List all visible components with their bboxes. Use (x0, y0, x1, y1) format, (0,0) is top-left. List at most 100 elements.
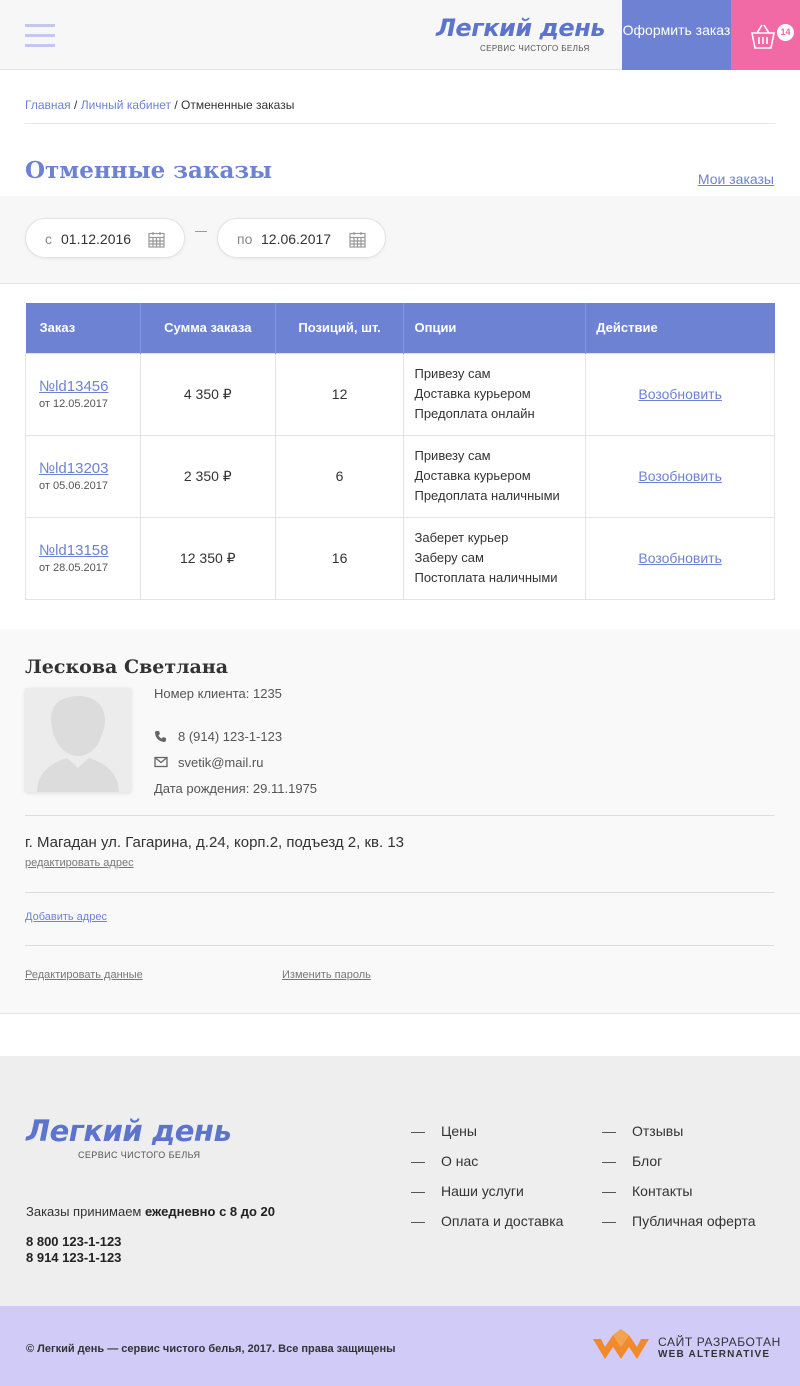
footer-link-label: О нас (441, 1153, 479, 1169)
footer-logo[interactable]: Легкий день сервис чистого белья (26, 1114, 232, 1162)
order-sum: 4 350 ₽ (139, 352, 276, 436)
user-placeholder-icon (25, 688, 131, 792)
place-order-button[interactable]: Оформить заказ (622, 0, 731, 70)
site-footer: Легкий день сервис чистого белья Заказы … (0, 1056, 800, 1306)
option-line: Привезу сам (414, 366, 491, 381)
footer-link-label: Отзывы (632, 1123, 684, 1139)
order-hours-time: ежедневно с 8 до 20 (145, 1204, 276, 1219)
order-number-link[interactable]: №ld13456 (39, 378, 140, 395)
footer-phone[interactable]: 8 800 123-1-123 (26, 1234, 121, 1249)
order-options: Заберет курьер Заберу сам Постоплата нал… (403, 516, 587, 600)
divider (25, 123, 775, 124)
site-logo[interactable]: Легкий день сервис чистого белья (436, 14, 605, 56)
option-line: Заберет курьер (414, 530, 509, 545)
developer-line1: САЙТ РАЗРАБОТАН (658, 1335, 781, 1349)
breadcrumb-home[interactable]: Главная (25, 98, 71, 112)
order-options: Привезу сам Доставка курьером Предоплата… (403, 434, 587, 518)
option-line: Постоплата наличными (414, 570, 558, 585)
option-line: Предоплата наличными (414, 488, 560, 503)
date-from-prefix: с (45, 231, 52, 247)
footer-link-label: Наши услуги (441, 1183, 524, 1199)
footer-logo-title: Легкий день (26, 1114, 232, 1148)
date-filter: с 01.12.2016 по 12.06.2017 (0, 196, 800, 284)
calendar-icon[interactable] (349, 231, 366, 248)
date-from-field[interactable]: с 01.12.2016 (25, 218, 185, 258)
action-cell: Возобновить (585, 434, 775, 518)
option-line: Доставка курьером (414, 386, 531, 401)
copyright-bar: © Легкий день — сервис чистого белья, 20… (0, 1306, 800, 1386)
order-sum: 12 350 ₽ (139, 516, 276, 600)
option-line: Предоплата онлайн (414, 406, 535, 421)
column-header: Позиций, шт. (275, 303, 405, 353)
order-sum: 2 350 ₽ (139, 434, 276, 518)
column-header: Заказ (25, 303, 141, 353)
client-number: Номер клиента: 1235 (154, 686, 282, 701)
divider (25, 892, 774, 893)
email-address: svetik@mail.ru (178, 755, 264, 770)
table-row: №ld13158 от 28.05.2017 12 350 ₽ 16 Забер… (25, 516, 775, 600)
footer-link-label: Оплата и доставка (441, 1213, 564, 1229)
divider (25, 945, 774, 946)
developer-line2: WEB ALTERNATIVE (658, 1349, 771, 1360)
footer-link-label: Блог (632, 1153, 663, 1169)
order-number-link[interactable]: №ld13203 (39, 460, 140, 477)
date-range-dash (195, 231, 207, 232)
user-name: Лескова Светлана (25, 656, 229, 678)
phone-icon (155, 731, 166, 742)
order-count: 16 (274, 516, 405, 600)
breadcrumb-current: Отмененные заказы (181, 98, 295, 112)
order-count: 12 (274, 352, 405, 436)
order-hours-text: Заказы принимаем (26, 1204, 142, 1219)
developer-logo[interactable]: САЙТ РАЗРАБОТАН WEB ALTERNATIVE (591, 1329, 781, 1363)
edit-data-link[interactable]: Редактировать данные (25, 969, 143, 981)
order-date: от 12.05.2017 (39, 398, 109, 410)
web-alternative-logo-icon (593, 1329, 649, 1359)
breadcrumb: Главная / Личный кабинет / Отмененные за… (25, 98, 294, 112)
order-options: Привезу сам Доставка курьером Предоплата… (403, 352, 587, 436)
avatar (25, 688, 131, 792)
column-header: Опции (403, 303, 587, 353)
edit-address-link[interactable]: редактировать адрес (25, 857, 134, 869)
footer-phone[interactable]: 8 914 123-1-123 (26, 1250, 121, 1265)
date-to-value: 12.06.2017 (261, 231, 332, 247)
action-cell: Возобновить (585, 516, 775, 600)
order-cell: №ld13456 от 12.05.2017 (25, 352, 141, 436)
basket-icon (751, 24, 775, 49)
cart-button[interactable]: 14 (731, 0, 800, 70)
order-date: от 28.05.2017 (39, 562, 109, 574)
option-line: Доставка курьером (414, 468, 531, 483)
address-text: г. Магадан ул. Гагарина, д.24, корп.2, п… (25, 834, 405, 851)
column-header: Сумма заказа (140, 303, 276, 353)
my-orders-link[interactable]: Мои заказы (698, 171, 774, 187)
order-hours: Заказы принимаем ежедневно с 8 до 20 (26, 1204, 275, 1219)
logo-title: Легкий день (436, 14, 605, 42)
date-from-value: 01.12.2016 (61, 231, 132, 247)
renew-order-link[interactable]: Возобновить (638, 468, 722, 484)
breadcrumb-cabinet[interactable]: Личный кабинет (81, 98, 171, 112)
table-row: №ld13456 от 12.05.2017 4 350 ₽ 12 Привез… (25, 352, 775, 436)
logo-subtitle: сервис чистого белья (480, 44, 590, 53)
calendar-icon[interactable] (148, 231, 165, 248)
table-row: №ld13203 от 05.06.2017 2 350 ₽ 6 Привезу… (25, 434, 775, 518)
order-number-link[interactable]: №ld13158 (39, 542, 140, 559)
breadcrumb-separator: / (174, 98, 178, 112)
order-count: 6 (274, 434, 405, 518)
change-password-link[interactable]: Изменить пароль (282, 969, 371, 981)
add-address-link[interactable]: Добавить адрес (25, 911, 107, 923)
footer-link-label: Контакты (632, 1183, 693, 1199)
renew-order-link[interactable]: Возобновить (638, 550, 722, 566)
option-line: Привезу сам (414, 448, 491, 463)
renew-order-link[interactable]: Возобновить (638, 386, 722, 402)
menu-icon[interactable] (25, 24, 55, 48)
cancelled-orders-table: Заказ Сумма заказа Позиций, шт. Опции Де… (25, 303, 775, 600)
phone-number: 8 (914) 123-1-123 (178, 729, 283, 744)
column-header: Действие (585, 303, 775, 353)
date-to-field[interactable]: по 12.06.2017 (217, 218, 386, 258)
order-cell: №ld13158 от 28.05.2017 (25, 516, 141, 600)
breadcrumb-separator: / (74, 98, 78, 112)
profile-section: Лескова Светлана Номер клиента: 1235 8 (… (0, 629, 800, 1014)
site-header: Легкий день сервис чистого белья Оформит… (0, 0, 800, 70)
action-cell: Возобновить (585, 352, 775, 436)
order-date: от 05.06.2017 (39, 480, 109, 492)
table-header-row: Заказ Сумма заказа Позиций, шт. Опции Де… (25, 303, 775, 353)
